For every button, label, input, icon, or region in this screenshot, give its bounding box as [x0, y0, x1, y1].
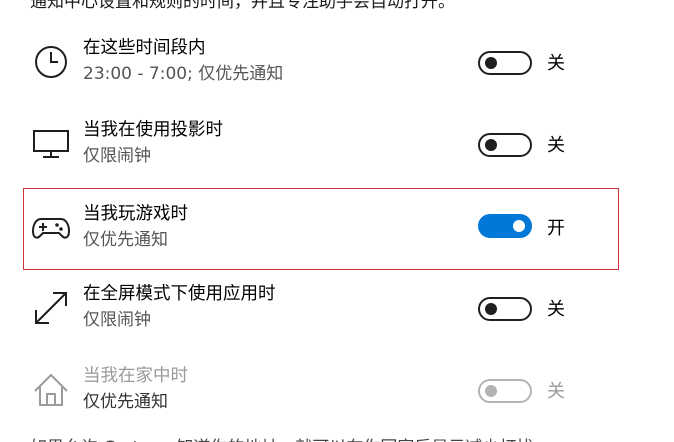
toggle-knob [485, 139, 497, 151]
toggle-switch-fullscreen[interactable] [478, 297, 532, 321]
toggle-knob [485, 385, 497, 397]
toggle-state-label: 关 [547, 381, 565, 402]
clock-icon [31, 42, 71, 82]
fullscreen-icon [31, 288, 71, 328]
rule-title: 在这些时间段内 [83, 38, 206, 58]
toggle-switch-projecting[interactable] [478, 133, 532, 157]
toggle-state-label: 开 [547, 218, 565, 239]
description-text-top: 通知中心设置和规则的时间，并且专注助手会自动打开。 [30, 0, 455, 12]
rule-subtitle: 仅限闹钟 [83, 146, 151, 166]
toggle-state-label: 关 [547, 135, 565, 156]
rule-row-time-range[interactable]: 在这些时间段内 23:00 - 7:00; 仅优先通知 关 [23, 22, 619, 104]
focus-assist-rules-page: 通知中心设置和规则的时间，并且专注助手会自动打开。 在这些时间段内 23:00 … [0, 0, 674, 442]
monitor-icon [31, 124, 71, 164]
rule-row-projecting[interactable]: 当我在使用投影时 仅限闹钟 关 [23, 104, 619, 186]
toggle-knob [485, 303, 497, 315]
rule-row-gaming[interactable]: 当我玩游戏时 仅优先通知 开 [23, 188, 619, 270]
rule-title: 当我玩游戏时 [83, 204, 188, 224]
description-text-bottom: 如果允许 Cortana 知道你的地址，就可以在你回家后显示减少打扰 [30, 433, 533, 442]
toggle-state-label: 关 [547, 53, 565, 74]
rule-title: 当我在家中时 [83, 366, 188, 386]
toggle-knob [485, 57, 497, 69]
rule-title: 在全屏模式下使用应用时 [83, 284, 276, 304]
toggle-knob [513, 220, 525, 232]
rule-row-fullscreen[interactable]: 在全屏模式下使用应用时 仅限闹钟 关 [23, 268, 619, 350]
rule-subtitle: 仅限闹钟 [83, 310, 151, 330]
home-icon [31, 370, 71, 410]
rule-row-at-home: 当我在家中时 仅优先通知 关 [23, 350, 619, 432]
toggle-state-label: 关 [547, 299, 565, 320]
rule-subtitle: 23:00 - 7:00; 仅优先通知 [83, 64, 284, 84]
rule-subtitle: 仅优先通知 [83, 230, 168, 250]
gamepad-icon [31, 208, 71, 248]
toggle-switch-at-home [478, 379, 532, 403]
toggle-switch-time-range[interactable] [478, 51, 532, 75]
toggle-switch-gaming[interactable] [478, 214, 532, 238]
rule-title: 当我在使用投影时 [83, 120, 223, 140]
rule-subtitle: 仅优先通知 [83, 392, 168, 412]
